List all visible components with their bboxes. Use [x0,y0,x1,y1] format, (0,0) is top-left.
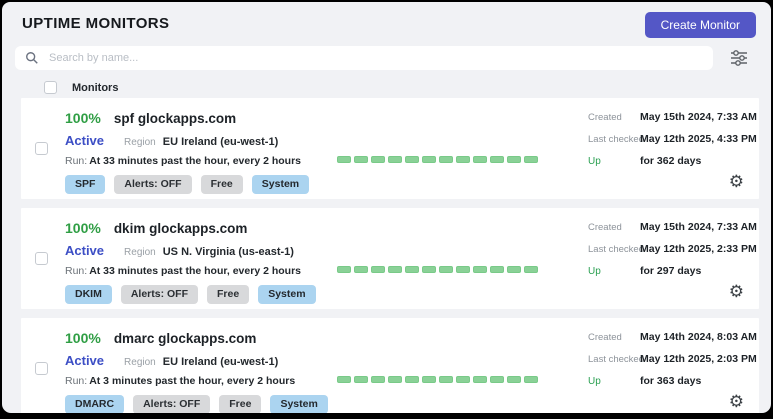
uptime-percentage: 100% [65,330,101,346]
create-monitor-button[interactable]: Create Monitor [645,12,756,38]
up-duration: for 297 days [640,265,701,278]
tag-list: SPF Alerts: OFF Free System [65,175,309,194]
list-header: Monitors [2,81,771,94]
tag-pill: Alerts: OFF [133,395,210,413]
created-value: May 15th 2024, 7:33 AM [640,111,757,124]
monitor-card-spf: 100% spf glockapps.com Active Region EU … [21,98,759,199]
filter-sliders-icon[interactable] [729,49,749,67]
select-all-checkbox[interactable] [44,81,57,94]
run-label: Run: [65,265,87,277]
monitor-name: dmarc glockapps.com [114,331,257,346]
run-value: At 33 minutes past the hour, every 2 hou… [89,155,301,167]
tag-pill: System [270,395,327,413]
last-checked-label: Last checked [588,133,640,146]
search-input[interactable] [15,46,713,70]
monitor-meta: CreatedMay 15th 2024, 7:33 AM Last check… [588,111,748,177]
monitor-list: 100% spf glockapps.com Active Region EU … [2,98,771,413]
tag-pill: Free [207,285,249,304]
tag-pill: DMARC [65,395,124,413]
tag-pill: Alerts: OFF [114,175,191,194]
up-label: Up [588,375,640,388]
created-value: May 14th 2024, 8:03 AM [640,331,757,344]
up-duration: for 362 days [640,155,701,168]
monitor-card-dkim: 100% dkim glockapps.com Active Region US… [21,208,759,309]
monitor-meta: CreatedMay 15th 2024, 7:33 AM Last check… [588,221,748,287]
monitor-meta: CreatedMay 14th 2024, 8:03 AM Last check… [588,331,748,397]
region-label: Region [124,137,156,148]
region-label: Region [124,247,156,258]
tag-pill: System [258,285,315,304]
settings-gear-icon[interactable]: ⚙ [729,174,744,191]
status-badge: Active [65,353,104,368]
tag-pill: Free [201,175,243,194]
search-row [2,46,771,70]
uptime-percentage: 100% [65,110,101,126]
run-label: Run: [65,155,87,167]
run-value: At 3 minutes past the hour, every 2 hour… [89,375,295,387]
last-checked-label: Last checked [588,353,640,366]
run-schedule: Run:At 33 minutes past the hour, every 2… [65,155,309,169]
monitor-name: spf glockapps.com [114,111,236,126]
created-value: May 15th 2024, 7:33 AM [640,221,757,234]
region-value: US N. Virginia (us-east-1) [163,246,294,258]
tag-pill: DKIM [65,285,112,304]
last-checked-value: May 12th 2025, 2:33 PM [640,243,757,256]
search-box [15,46,713,70]
last-checked-value: May 12th 2025, 4:33 PM [640,133,757,146]
last-checked-label: Last checked [588,243,640,256]
region-value: EU Ireland (eu-west-1) [163,136,279,148]
tag-pill: Free [219,395,261,413]
up-duration: for 363 days [640,375,701,388]
list-header-label: Monitors [72,82,118,94]
uptime-sparkline [337,156,538,163]
monitor-checkbox[interactable] [35,362,48,375]
settings-gear-icon[interactable]: ⚙ [729,394,744,411]
up-label: Up [588,155,640,168]
up-label: Up [588,265,640,278]
tag-list: DKIM Alerts: OFF Free System [65,285,316,304]
run-label: Run: [65,375,87,387]
run-schedule: Run:At 3 minutes past the hour, every 2 … [65,375,328,389]
uptime-sparkline [337,266,538,273]
tag-pill: Alerts: OFF [121,285,198,304]
created-label: Created [588,331,640,344]
page-title: UPTIME MONITORS [22,12,169,32]
settings-gear-icon[interactable]: ⚙ [729,284,744,301]
uptime-monitors-page: UPTIME MONITORS Create Monitor Monitors … [2,2,771,413]
created-label: Created [588,111,640,124]
monitor-details: 100% dkim glockapps.com Active Region US… [65,220,316,304]
search-icon [25,51,39,65]
status-badge: Active [65,133,104,148]
monitor-details: 100% spf glockapps.com Active Region EU … [65,110,309,194]
status-badge: Active [65,243,104,258]
created-label: Created [588,221,640,234]
tag-list: DMARC Alerts: OFF Free System [65,395,328,413]
tag-pill: System [252,175,309,194]
region-label: Region [124,357,156,368]
monitor-checkbox[interactable] [35,252,48,265]
uptime-percentage: 100% [65,220,101,236]
monitor-details: 100% dmarc glockapps.com Active Region E… [65,330,328,413]
monitor-name: dkim glockapps.com [114,221,248,236]
page-header: UPTIME MONITORS Create Monitor [2,2,771,36]
region-value: EU Ireland (eu-west-1) [163,356,279,368]
monitor-checkbox[interactable] [35,142,48,155]
run-value: At 33 minutes past the hour, every 2 hou… [89,265,301,277]
uptime-sparkline [337,376,538,383]
tag-pill: SPF [65,175,105,194]
last-checked-value: May 12th 2025, 2:03 PM [640,353,757,366]
monitor-card-dmarc: 100% dmarc glockapps.com Active Region E… [21,318,759,413]
run-schedule: Run:At 33 minutes past the hour, every 2… [65,265,316,279]
